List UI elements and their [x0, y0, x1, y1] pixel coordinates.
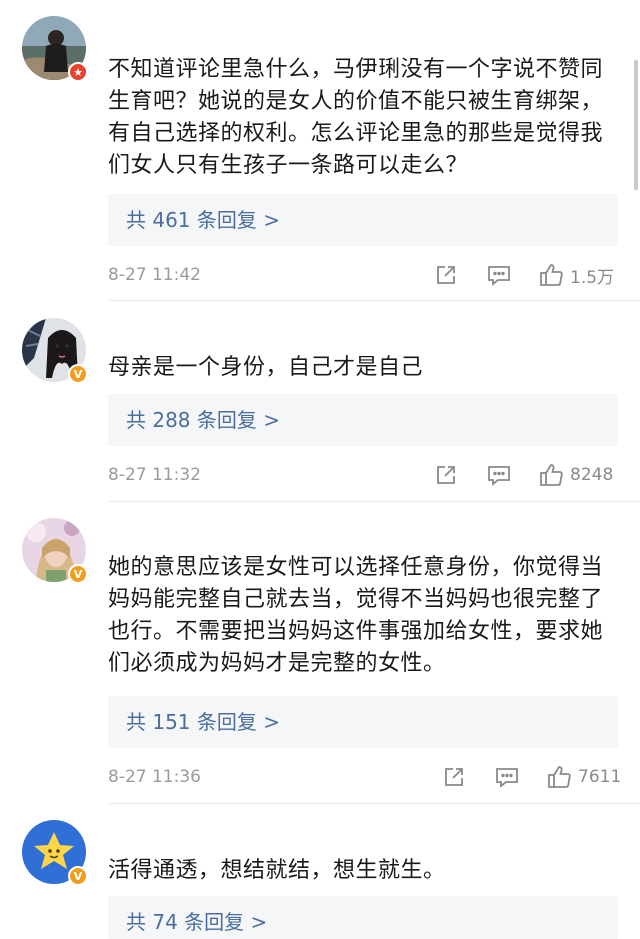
comment-text: 母亲是一个身份，自己才是自己 — [108, 355, 424, 380]
comment-icon[interactable] — [486, 262, 512, 288]
scrollbar[interactable] — [634, 60, 638, 190]
share-icon[interactable] — [442, 764, 466, 790]
like-button[interactable]: 8248 — [538, 462, 613, 488]
comment-meta: 8-27 11:32 8248 — [108, 462, 620, 490]
verified-badge-icon: ★ — [68, 62, 88, 82]
reply-count-label[interactable]: 共 461 条回复 > — [126, 207, 280, 233]
thumbs-up-icon — [540, 264, 563, 286]
comment-meta: 8-27 11:42 1.5万 — [108, 262, 620, 290]
thumbs-up-icon — [548, 766, 571, 788]
like-button[interactable]: 1.5万 — [538, 262, 614, 288]
reply-count-box[interactable]: 共 461 条回复 > — [108, 194, 618, 246]
reply-count-label[interactable]: 共 74 条回复 > — [126, 909, 267, 935]
like-count: 7611 — [578, 767, 622, 787]
avatar[interactable]: V — [22, 518, 88, 584]
divider — [108, 803, 640, 804]
like-button[interactable]: 7611 — [546, 764, 621, 790]
divider — [108, 501, 640, 502]
comment-time: 8-27 11:36 — [108, 767, 201, 787]
comment-meta: 8-27 11:36 7611 — [108, 764, 621, 792]
comment-time: 8-27 11:32 — [108, 465, 201, 485]
comment-time: 8-27 11:42 — [108, 265, 201, 285]
like-count: 1.5万 — [570, 267, 615, 288]
comment-icon[interactable] — [486, 462, 512, 488]
verified-badge-icon: V — [68, 364, 88, 384]
comment-text: 她的意思应该是女性可以选择任意身份，你觉得当妈妈能完整自己就去当，觉得不当妈妈也… — [108, 555, 604, 676]
comment-text: 不知道评论里急什么，马伊琍没有一个字说不赞同生育吧？她说的是女人的价值不能只被生… — [108, 57, 604, 178]
avatar[interactable]: V — [22, 318, 88, 384]
verified-badge-icon: V — [68, 564, 88, 584]
comment-text: 活得通透，想结就结，想生就生。 — [108, 858, 446, 883]
avatar[interactable]: ★ — [22, 16, 88, 82]
reply-count-box[interactable]: 共 288 条回复 > — [108, 394, 618, 446]
verified-badge-icon: V — [68, 866, 88, 886]
share-icon[interactable] — [434, 462, 458, 488]
comment-icon[interactable] — [494, 764, 520, 790]
avatar[interactable]: V — [22, 820, 88, 886]
divider — [108, 300, 640, 301]
thumbs-up-icon — [540, 464, 563, 486]
reply-count-label[interactable]: 共 151 条回复 > — [126, 709, 280, 735]
like-count: 8248 — [570, 465, 614, 485]
share-icon[interactable] — [434, 262, 458, 288]
reply-count-box[interactable]: 共 74 条回复 > — [108, 896, 618, 939]
reply-count-label[interactable]: 共 288 条回复 > — [126, 407, 280, 433]
reply-count-box[interactable]: 共 151 条回复 > — [108, 696, 618, 748]
